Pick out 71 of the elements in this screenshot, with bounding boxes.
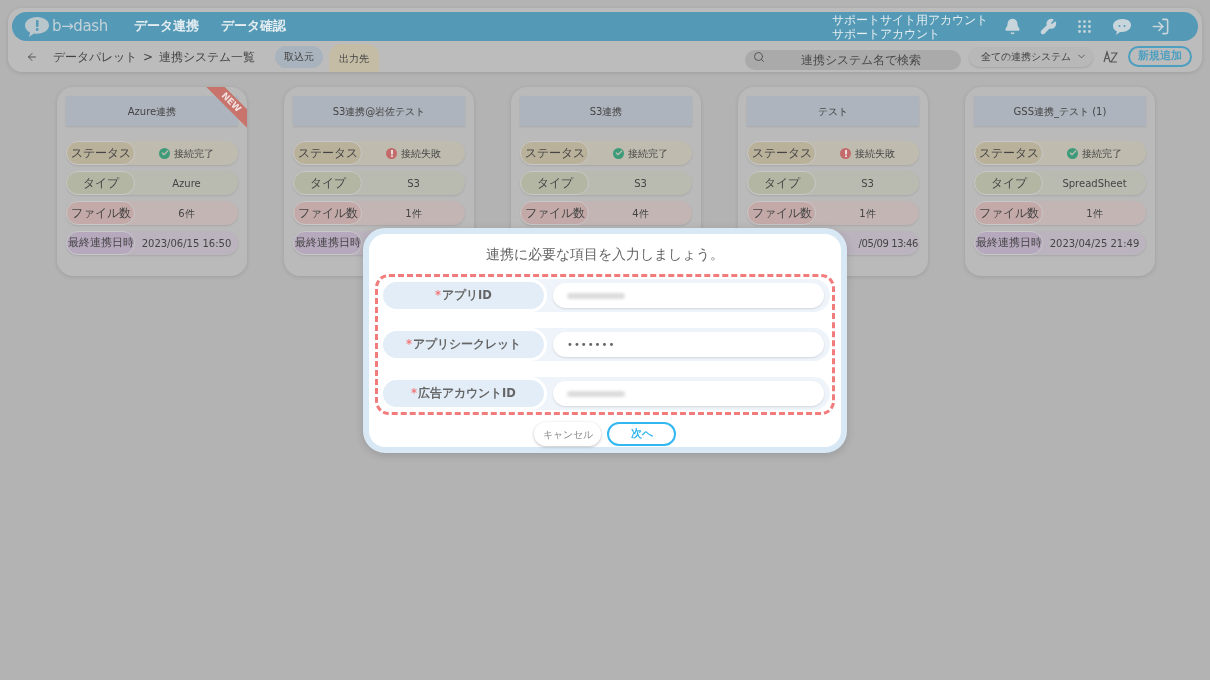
system-card[interactable]: GSS連携_テスト (1) ステータス 接続完了 タイプ SpreadSheet ファイル数 1件 最終連携日時 2023/04/25 21:49 [965,87,1155,276]
row-label: ファイル数 [66,201,135,225]
label-text: アプリシークレット [413,336,521,354]
breadcrumb-item: 連携システム一覧 [159,48,256,66]
logo-text: b→dash [52,16,108,38]
filter-select[interactable]: 全ての連携システム [969,46,1093,67]
row-value: 1件 [405,206,422,221]
row-label: ファイル数 [974,201,1043,225]
row-label: タイプ [974,171,1043,195]
row-value: 接続完了 [174,146,214,161]
required-mark: * [406,336,412,354]
cancel-button[interactable]: キャンセル [534,422,601,447]
row-value: 4件 [632,206,649,221]
row-value: 接続失敗 [855,146,895,161]
row-label: ステータス [520,141,589,165]
row-label: ステータス [66,141,135,165]
tab[interactable]: 出力先 [329,44,380,72]
breadcrumb-item[interactable]: データパレット [53,47,137,66]
search-field[interactable]: 連携システム名で検索 [745,49,961,70]
bell-icon[interactable] [1004,18,1021,35]
row-label: ステータス [974,141,1043,165]
card-title: GSS連携_テスト (1) [974,96,1146,126]
row-label: タイプ [747,171,816,195]
account-name: サポートサイト用アカウント [832,12,988,27]
row-value: 1件 [1086,206,1103,221]
row-value: 2023/04/25 21:49 [1049,236,1140,251]
back-icon[interactable] [26,50,38,63]
masked-value: ••••••• [567,338,616,353]
row-label: 最終連携日時 [293,231,362,255]
row-value: 1件 [859,206,876,221]
required-mark: * [411,385,418,403]
input-field[interactable]: ••••••• [553,332,824,358]
tab[interactable]: 取込元 [275,45,324,68]
input-field[interactable] [553,381,824,407]
sort-icon[interactable] [1103,50,1118,63]
wrench-icon[interactable] [1040,18,1057,35]
label-text: アプリID [442,287,492,305]
row-value: S3 [861,176,874,191]
row-value: 接続完了 [628,146,668,161]
row-value: S3 [634,176,647,191]
chat-icon[interactable] [1112,17,1132,36]
login-icon[interactable] [1151,17,1170,36]
grid-icon[interactable] [1076,18,1093,35]
breadcrumb-item: > [143,48,154,66]
row-value: /05/09 13:46 [858,236,918,251]
row-value: 接続失敗 [401,146,441,161]
row-value: 2023/06/15 16:50 [141,236,232,251]
row-value: Azure [172,176,201,191]
row-label: ファイル数 [747,201,816,225]
row-label: ステータス [747,141,816,165]
card-title: テスト [747,96,919,126]
account-name: サポートアカウント [832,26,941,41]
row-value: 6件 [178,206,195,221]
row-value: S3 [407,176,420,191]
search-icon [753,50,765,63]
card-title: S3連携 [520,96,692,126]
card-title: S3連携@岩佐テスト [293,96,465,126]
required-mark: * [435,287,442,305]
input-field[interactable] [553,283,824,309]
row-label: 最終連携日時 [66,231,135,255]
logo-icon [24,15,50,38]
row-label: ファイル数 [293,201,362,225]
row-label: ステータス [293,141,362,165]
row-label: タイプ [520,171,589,195]
row-label: タイプ [66,171,135,195]
row-label: タイプ [293,171,362,195]
label-text: 広告アカウントID [418,385,516,403]
row-value: 接続完了 [1082,146,1122,161]
row-label: ファイル数 [520,201,589,225]
row-label: 最終連携日時 [974,231,1043,255]
row-value: SpreadSheet [1062,176,1127,191]
